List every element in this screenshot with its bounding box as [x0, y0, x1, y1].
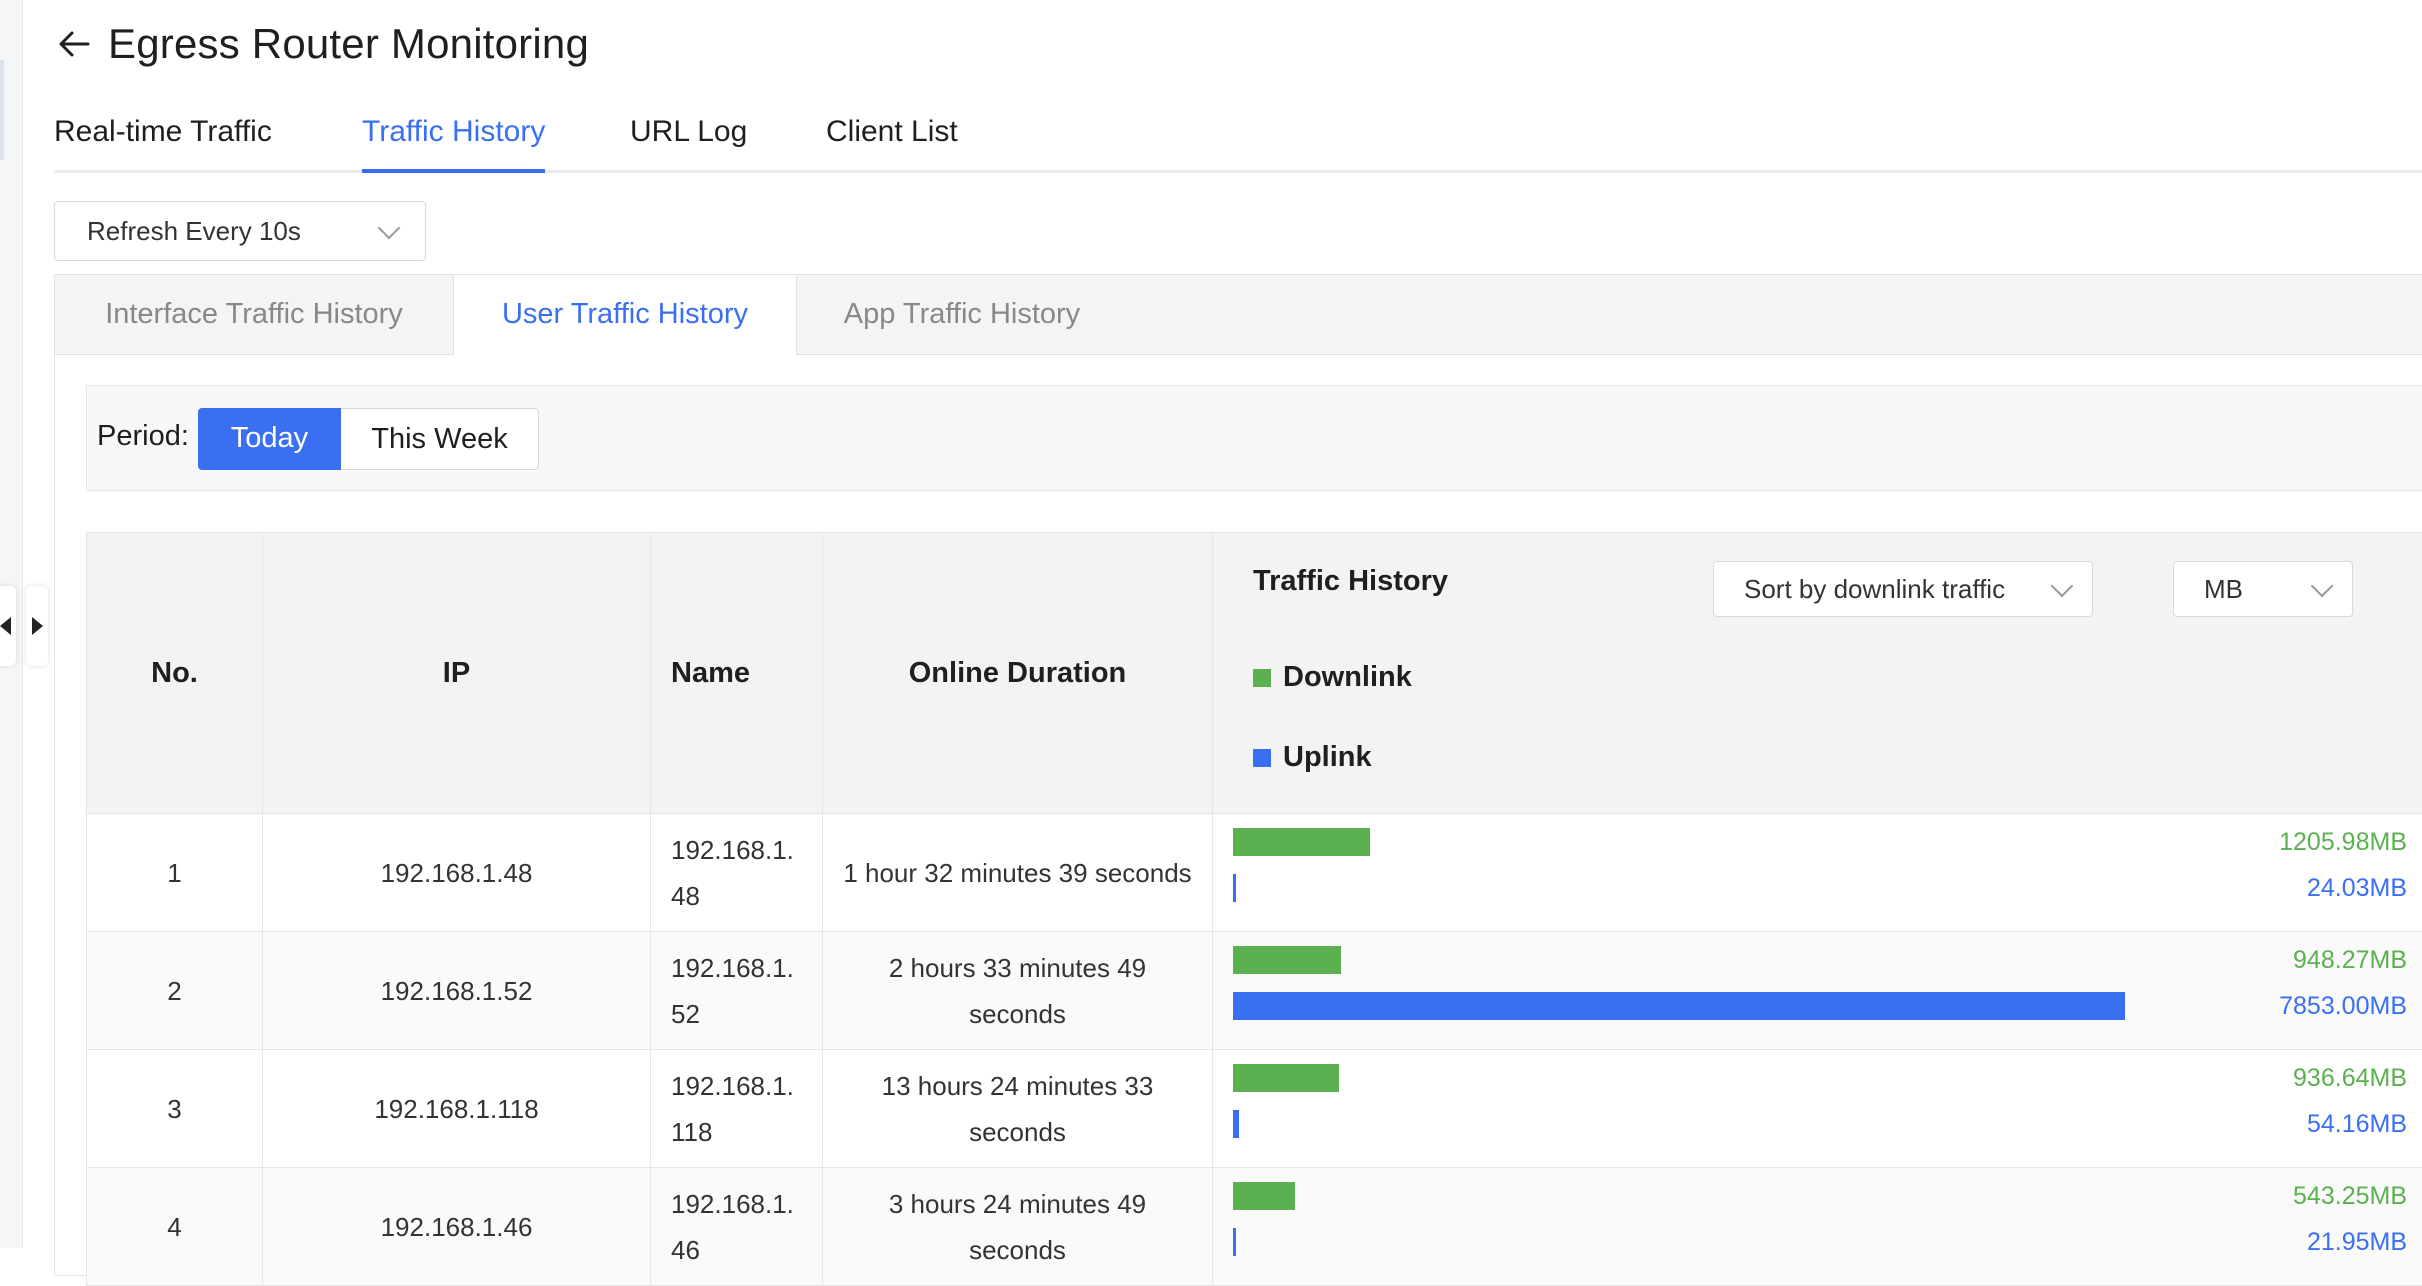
legend-uplink-label: Uplink: [1283, 741, 1372, 773]
cell-ip: 192.168.1.52: [263, 932, 651, 1049]
cell-name: 192.168.1.48: [651, 814, 823, 931]
triangle-left-icon: [0, 617, 11, 635]
cell-name: 192.168.1.52: [651, 932, 823, 1049]
table-row: 3 192.168.1.118 192.168.1.118 13 hours 24 m…: [87, 1050, 2422, 1168]
uplink-value: 21.95MB: [2306, 1228, 2407, 1256]
cell-name: 192.168.1.46: [651, 1168, 823, 1285]
uplink-value: 7853.00MB: [2279, 992, 2407, 1020]
table-row: 2 192.168.1.52 192.168.1.52 2 hours 33 minu…: [87, 932, 2422, 1050]
tab-app-traffic-history[interactable]: App Traffic History: [795, 275, 1129, 354]
legend-downlink: Downlink: [1253, 661, 1412, 694]
table-row: 4 192.168.1.46 192.168.1.46 3 hours 24 minu…: [87, 1168, 2422, 1286]
cell-no: 2: [87, 932, 263, 1049]
period-filter: Period: Today This Week: [86, 385, 2422, 491]
traffic-history-label: Traffic History: [1253, 565, 1448, 597]
table-header: No. IP Name Online Duration Traffic Hist…: [87, 533, 2422, 814]
downlink-bar: [1233, 1182, 1295, 1210]
chevron-down-icon: [377, 216, 401, 240]
downlink-value: 543.25MB: [2293, 1182, 2407, 1210]
uplink-value: 54.16MB: [2306, 1110, 2407, 1138]
cell-traffic: 948.27MB 7853.00MB: [1213, 932, 2422, 1049]
uplink-bar: [1233, 874, 1236, 902]
cell-ip: 192.168.1.46: [263, 1168, 651, 1285]
column-header-name: Name: [651, 533, 823, 813]
downlink-bar: [1233, 828, 1370, 856]
cell-online-duration: 3 hours 24 minutes 49 seconds: [823, 1168, 1213, 1285]
uplink-bar: [1233, 1228, 1236, 1256]
cell-no: 4: [87, 1168, 263, 1285]
tab-client-list[interactable]: Client List: [826, 106, 958, 170]
uplink-value: 24.03MB: [2306, 874, 2407, 902]
column-header-no: No.: [87, 533, 263, 813]
unit-select-value: MB: [2204, 574, 2243, 604]
cell-no: 1: [87, 814, 263, 931]
sidebar-collapse-toggle[interactable]: [0, 586, 54, 666]
chevron-down-icon: [2050, 574, 2074, 598]
chevron-down-icon: [2310, 574, 2334, 598]
tab-user-traffic-history[interactable]: User Traffic History: [453, 275, 797, 355]
rail-highlight: [0, 60, 4, 160]
unit-select[interactable]: MB: [2173, 561, 2353, 617]
cell-ip: 192.168.1.48: [263, 814, 651, 931]
user-traffic-table: No. IP Name Online Duration Traffic Hist…: [86, 532, 2422, 1286]
downlink-bar: [1233, 946, 1341, 974]
column-header-ip: IP: [263, 533, 651, 813]
refresh-interval-select[interactable]: Refresh Every 10s: [54, 201, 426, 261]
tab-interface-traffic-history[interactable]: Interface Traffic History: [55, 275, 453, 354]
uplink-bar: [1233, 1110, 1239, 1138]
table-body: 1 192.168.1.48 192.168.1.48 1 hour 32 minut…: [87, 814, 2422, 1286]
period-today-button[interactable]: Today: [198, 408, 341, 470]
column-header-online-duration: Online Duration: [823, 533, 1213, 813]
downlink-value: 936.64MB: [2293, 1064, 2407, 1092]
page-title: Egress Router Monitoring: [108, 20, 590, 67]
cell-no: 3: [87, 1050, 263, 1167]
column-header-traffic: Traffic History Sort by downlink traffic…: [1213, 533, 2422, 813]
main-tab-bar: Real-time Traffic Traffic History URL Lo…: [54, 106, 2422, 173]
uplink-swatch: [1253, 748, 1271, 767]
legend-uplink: Uplink: [1253, 741, 1372, 774]
period-label: Period:: [97, 420, 189, 452]
sort-select[interactable]: Sort by downlink traffic: [1713, 561, 2093, 617]
history-panel: Interface Traffic History User Traffic H…: [54, 274, 2422, 1286]
cell-ip: 192.168.1.118: [263, 1050, 651, 1167]
tab-traffic-history[interactable]: Traffic History: [362, 106, 546, 173]
downlink-bar: [1233, 1064, 1339, 1092]
tab-real-time-traffic[interactable]: Real-time Traffic: [54, 106, 272, 170]
sort-select-value: Sort by downlink traffic: [1744, 574, 2006, 604]
collapse-left-button[interactable]: [0, 586, 16, 666]
downlink-swatch: [1253, 668, 1271, 687]
downlink-value: 1205.98MB: [2279, 828, 2407, 856]
downlink-value: 948.27MB: [2293, 946, 2407, 974]
triangle-right-icon: [31, 617, 43, 635]
cell-name: 192.168.1.118: [651, 1050, 823, 1167]
cell-traffic: 543.25MB 21.95MB: [1213, 1168, 2422, 1285]
legend-downlink-label: Downlink: [1283, 661, 1412, 693]
sub-tab-bar: Interface Traffic History User Traffic H…: [55, 275, 2422, 355]
cell-traffic: 936.64MB 54.16MB: [1213, 1050, 2422, 1167]
period-this-week-button[interactable]: This Week: [341, 408, 539, 470]
table-row: 1 192.168.1.48 192.168.1.48 1 hour 32 minut…: [87, 814, 2422, 932]
cell-online-duration: 1 hour 32 minutes 39 seconds: [823, 814, 1213, 931]
cell-traffic: 1205.98MB 24.03MB: [1213, 814, 2422, 931]
uplink-bar: [1233, 992, 2125, 1020]
cell-online-duration: 2 hours 33 minutes 49 seconds: [823, 932, 1213, 1049]
page-header: Egress Router Monitoring: [54, 16, 589, 72]
expand-right-button[interactable]: [26, 586, 48, 666]
cell-online-duration: 13 hours 24 minutes 33 seconds: [823, 1050, 1213, 1167]
tab-url-log[interactable]: URL Log: [630, 106, 747, 170]
refresh-interval-value: Refresh Every 10s: [87, 216, 301, 246]
back-arrow-icon[interactable]: [54, 24, 94, 64]
